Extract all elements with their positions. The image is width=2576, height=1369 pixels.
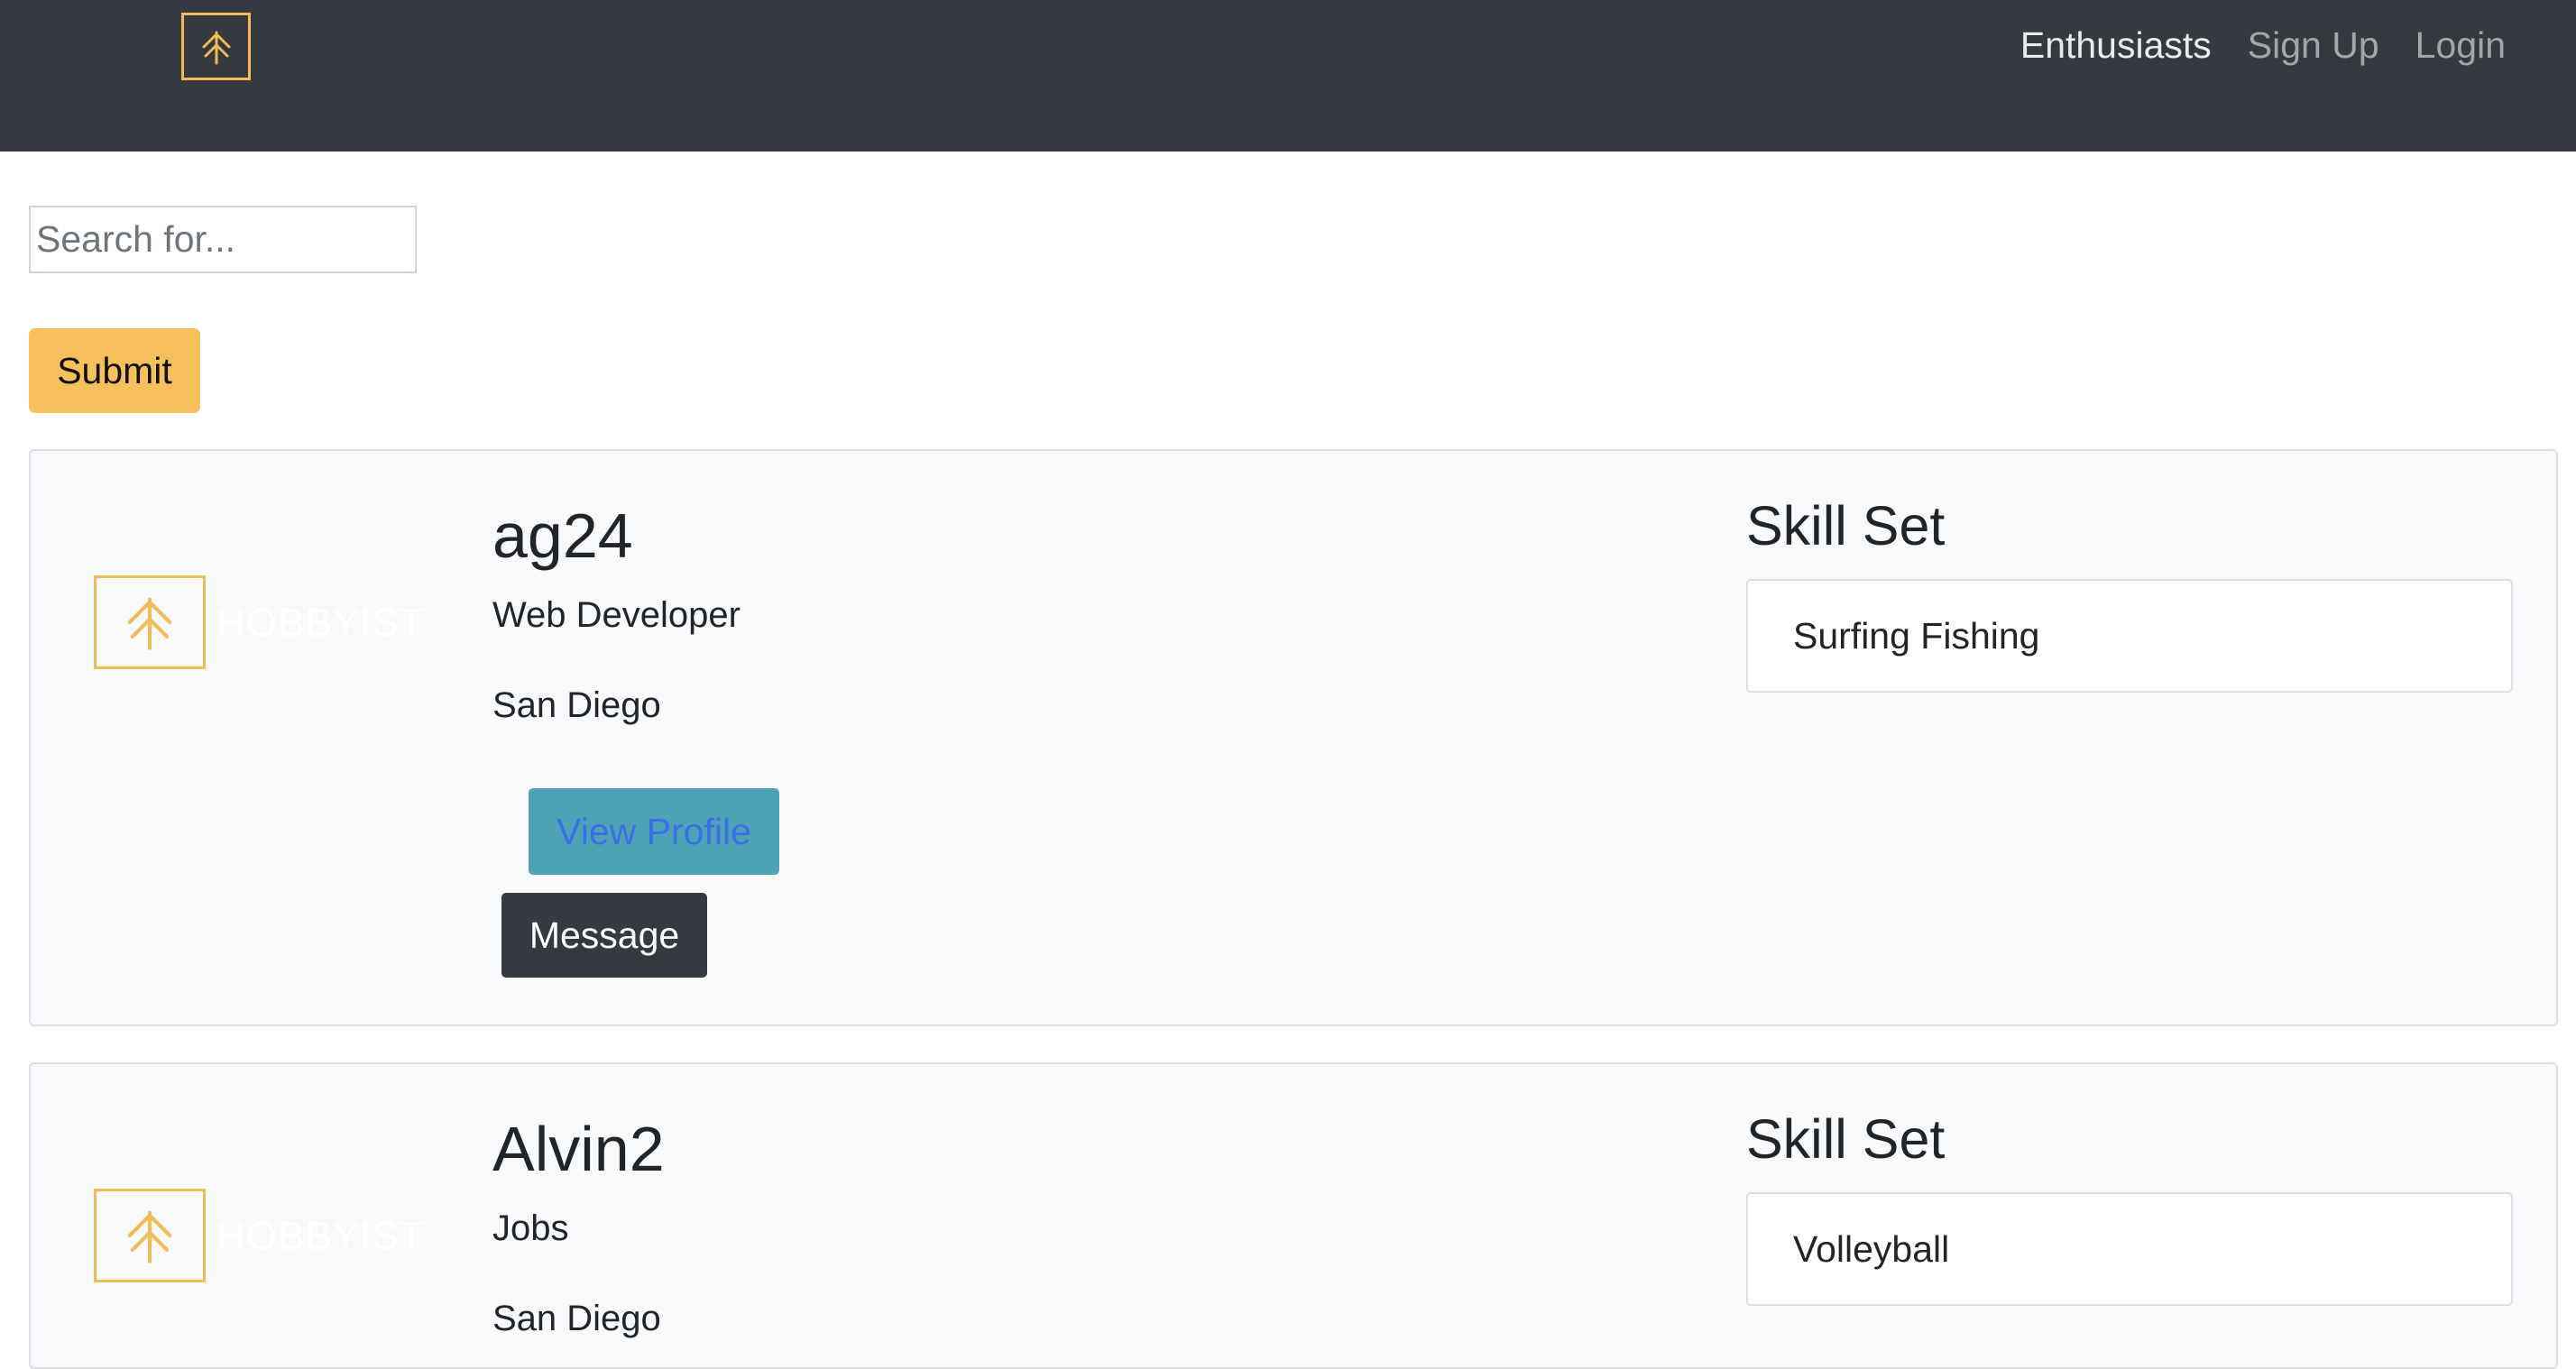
tree-logo-icon[interactable]: [181, 13, 251, 80]
profile-location: San Diego: [492, 685, 661, 725]
profile-card: HOBBYIST ag24 Web Developer San Diego Vi…: [29, 449, 2558, 1026]
brand-wordmark: HOBBYIST: [216, 601, 425, 645]
profile-location: San Diego: [492, 1299, 661, 1338]
profile-occupation: Web Developer: [492, 595, 741, 635]
tree-logo-icon: [94, 575, 206, 669]
skill-list: Volleyball: [1793, 1228, 1950, 1270]
search-input[interactable]: [29, 206, 417, 273]
profile-card: HOBBYIST Alvin2 Jobs San Diego Skill Set…: [29, 1062, 2558, 1369]
nav-link-login[interactable]: Login: [2415, 24, 2506, 67]
message-button[interactable]: Message: [501, 893, 707, 978]
nav-links: Enthusiasts Sign Up Login: [2020, 20, 2506, 70]
brand-wordmark: HOBBYIST: [216, 1214, 425, 1258]
nav-link-enthusiasts[interactable]: Enthusiasts: [2020, 24, 2212, 67]
skill-set-heading: Skill Set: [1746, 1108, 1946, 1170]
nav-link-sign-up[interactable]: Sign Up: [2248, 24, 2379, 67]
profile-occupation: Jobs: [492, 1208, 569, 1248]
submit-button[interactable]: Submit: [29, 328, 200, 413]
top-navbar: Enthusiasts Sign Up Login: [0, 0, 2576, 152]
view-profile-button[interactable]: View Profile: [529, 788, 779, 875]
profile-username: ag24: [492, 501, 633, 571]
tree-logo-icon: [94, 1189, 206, 1282]
skill-set-heading: Skill Set: [1746, 495, 1946, 556]
skill-set-box: Volleyball: [1746, 1192, 2513, 1306]
profile-username: Alvin2: [492, 1114, 665, 1184]
skill-list: Surfing Fishing: [1793, 615, 2040, 657]
skill-set-box: Surfing Fishing: [1746, 579, 2513, 693]
